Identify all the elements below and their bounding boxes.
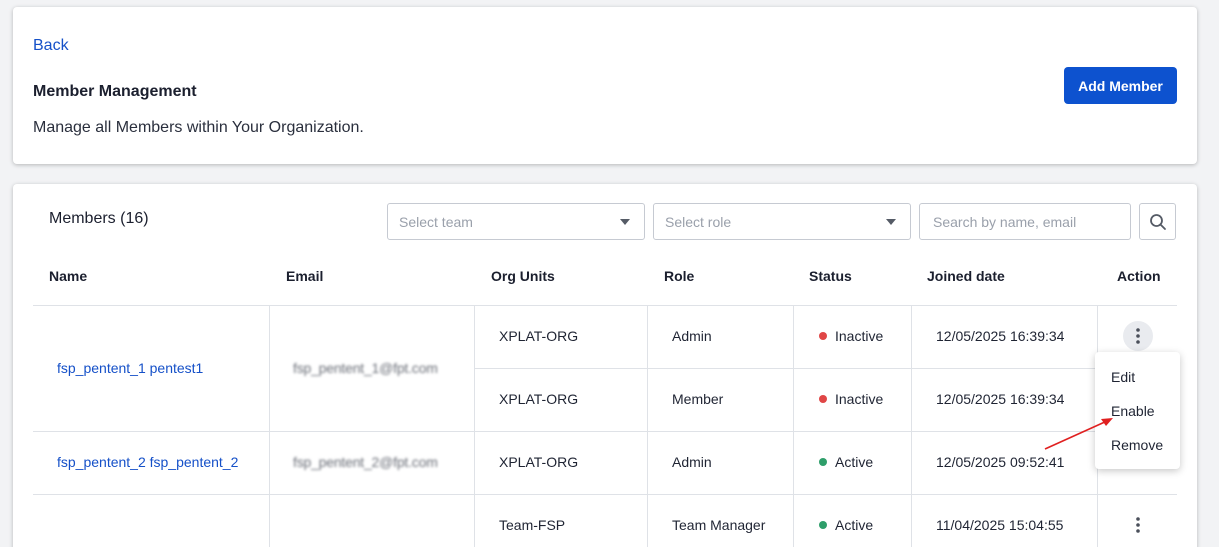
role-select[interactable]: Select role: [653, 203, 911, 240]
col-header-status: Status: [809, 268, 852, 284]
add-member-button[interactable]: Add Member: [1064, 67, 1177, 104]
menu-item-edit[interactable]: Edit: [1111, 369, 1135, 385]
row-actions-button[interactable]: [1123, 510, 1153, 540]
menu-item-remove[interactable]: Remove: [1111, 437, 1163, 453]
status-dot-inactive: [819, 395, 827, 403]
members-count: Members (16): [49, 210, 149, 227]
table-header-divider: [33, 305, 1177, 306]
col-header-joined-date: Joined date: [927, 268, 1005, 284]
row-divider: [33, 494, 1177, 495]
role-select-placeholder: Select role: [665, 214, 732, 230]
status-badge: Inactive: [819, 328, 883, 344]
search-icon: [1149, 213, 1166, 230]
col-header-email: Email: [286, 268, 324, 284]
org-unit: XPLAT-ORG: [499, 391, 579, 407]
status-label: Active: [835, 517, 874, 533]
joined-date: 12/05/2025 16:39:34: [936, 391, 1065, 407]
joined-date: 11/04/2025 15:04:55: [936, 517, 1064, 533]
column-divider: [474, 305, 475, 547]
status-dot-active: [819, 521, 827, 529]
members-card: Members (16) Select team Select role Nam…: [13, 184, 1197, 547]
member-role: Admin: [672, 454, 712, 470]
status-badge: Inactive: [819, 391, 883, 407]
caret-down-icon: [886, 219, 896, 225]
col-header-action: Action: [1117, 268, 1161, 284]
menu-item-enable[interactable]: Enable: [1111, 403, 1155, 419]
joined-date: 12/05/2025 16:39:34: [936, 328, 1065, 344]
column-divider: [911, 305, 912, 547]
page-title: Member Management: [33, 83, 197, 100]
header-card: Back Member Management Manage all Member…: [13, 7, 1197, 164]
back-link[interactable]: Back: [33, 37, 69, 55]
status-dot-inactive: [819, 332, 827, 340]
column-divider: [269, 305, 270, 547]
col-header-role: Role: [664, 268, 695, 284]
search-input[interactable]: [919, 203, 1131, 240]
member-email: fsp_pentent_1@fpt.com: [293, 360, 438, 376]
member-role: Admin: [672, 328, 712, 344]
more-vertical-icon: [1136, 517, 1140, 533]
team-select[interactable]: Select team: [387, 203, 645, 240]
col-header-org-units: Org Units: [491, 268, 555, 284]
status-label: Inactive: [835, 328, 884, 344]
status-label: Active: [835, 454, 874, 470]
col-header-name: Name: [49, 268, 88, 284]
more-vertical-icon: [1136, 328, 1140, 344]
column-divider: [793, 305, 794, 547]
member-name-link[interactable]: fsp_pentent_1 pentest1: [57, 360, 203, 376]
caret-down-icon: [620, 219, 630, 225]
status-badge: Active: [819, 517, 873, 533]
row-divider: [474, 368, 1177, 369]
column-divider: [647, 305, 648, 547]
member-email: fsp_pentent_2@fpt.com: [293, 454, 438, 470]
joined-date: 12/05/2025 09:52:41: [936, 454, 1065, 470]
status-badge: Active: [819, 454, 873, 470]
page-subtitle: Manage all Members within Your Organizat…: [33, 119, 364, 136]
search-button[interactable]: [1139, 203, 1176, 240]
action-menu: Edit Enable Remove: [1095, 352, 1180, 469]
team-select-placeholder: Select team: [399, 214, 473, 230]
row-divider: [33, 431, 1177, 432]
status-label: Inactive: [835, 391, 884, 407]
org-unit: Team-FSP: [499, 517, 566, 533]
row-actions-button[interactable]: [1123, 321, 1153, 351]
org-unit: XPLAT-ORG: [499, 454, 579, 470]
member-role: Member: [672, 391, 724, 407]
member-name-link[interactable]: fsp_pentent_2 fsp_pentent_2: [57, 454, 238, 470]
member-role: Team Manager: [672, 517, 766, 533]
status-dot-active: [819, 458, 827, 466]
org-unit: XPLAT-ORG: [499, 328, 579, 344]
